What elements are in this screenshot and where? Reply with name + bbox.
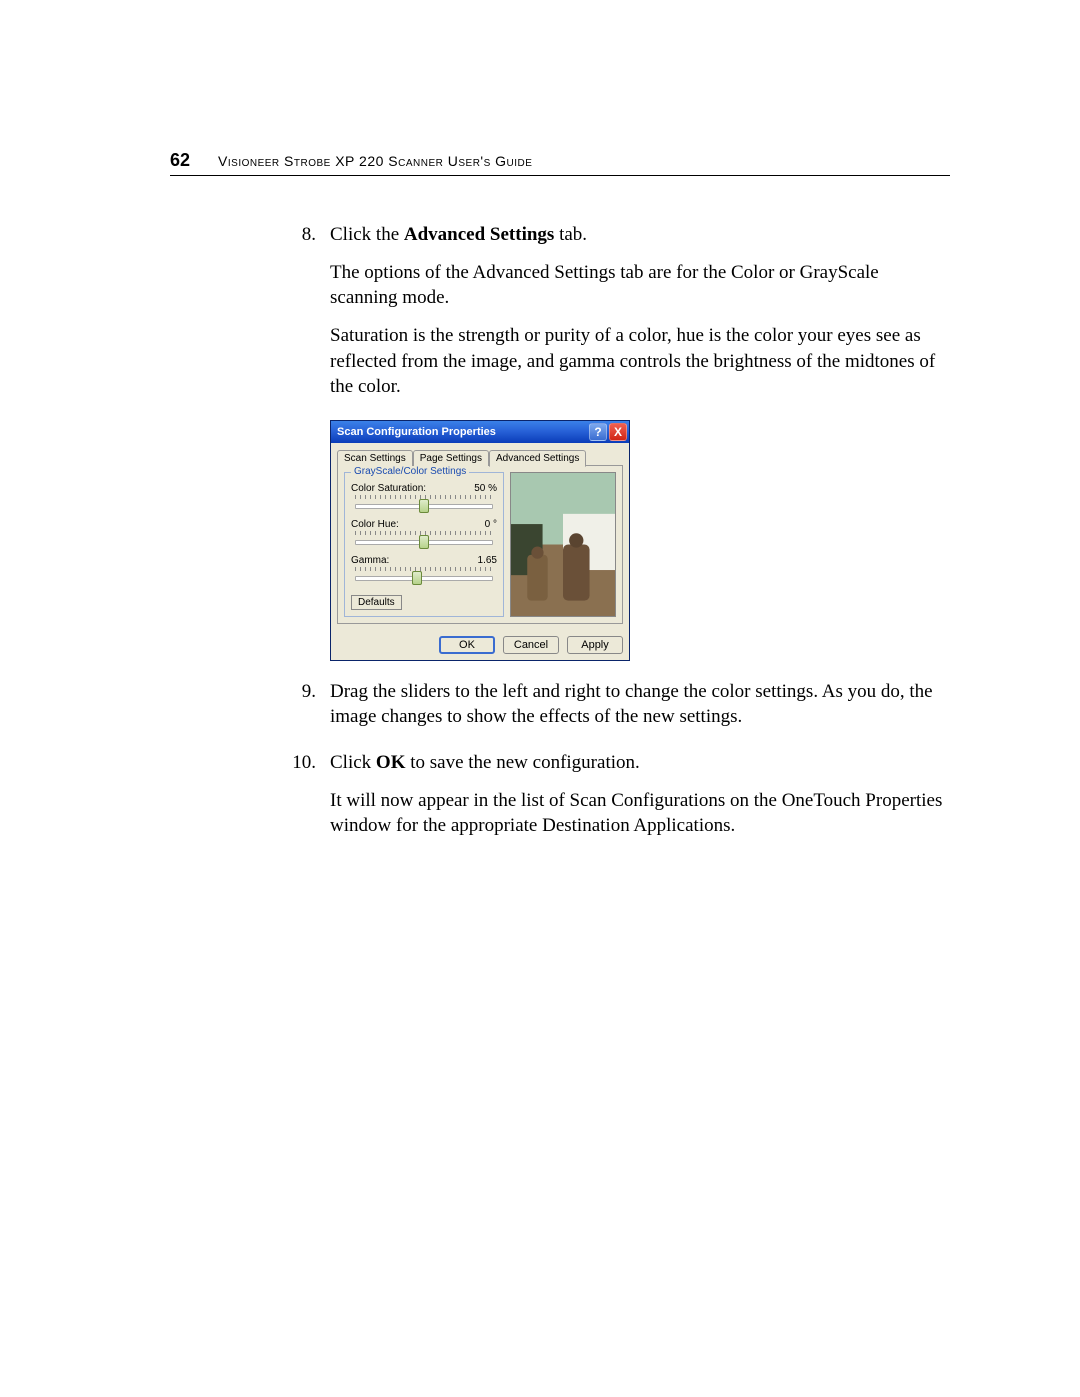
page-header: 62 Visioneer Strobe XP 220 Scanner User'… (170, 150, 950, 176)
text: Click (330, 752, 376, 773)
hue-value: 0 ° (485, 519, 497, 530)
grayscale-color-fieldset: GrayScale/Color Settings Color Saturatio… (344, 472, 504, 617)
saturation-value: 50 % (474, 483, 497, 494)
slider-thumb[interactable] (412, 571, 422, 585)
step-9: 9. Drag the sliders to the left and righ… (290, 679, 950, 742)
help-button[interactable]: ? (589, 423, 607, 441)
hue-row: Color Hue: 0 ° (351, 519, 497, 549)
gamma-value: 1.65 (478, 555, 497, 566)
ok-button[interactable]: OK (439, 636, 495, 654)
tab-advanced-settings[interactable]: Advanced Settings (489, 450, 586, 467)
bold-text: Advanced Settings (404, 224, 554, 245)
step-number: 10. (290, 750, 330, 851)
page-number: 62 (170, 150, 190, 171)
gamma-slider[interactable] (355, 571, 493, 585)
dialog-titlebar: Scan Configuration Properties ? X (331, 421, 629, 443)
slider-thumb[interactable] (419, 535, 429, 549)
close-icon: X (614, 425, 622, 439)
saturation-label: Color Saturation: (351, 483, 426, 494)
close-button[interactable]: X (609, 423, 627, 441)
dialog-buttons: OK Cancel Apply (331, 630, 629, 660)
saturation-slider[interactable] (355, 499, 493, 513)
tab-strip: Scan Settings Page Settings Advanced Set… (337, 450, 623, 466)
apply-button[interactable]: Apply (567, 636, 623, 654)
gamma-label: Gamma: (351, 555, 389, 566)
dialog-screenshot: Scan Configuration Properties ? X Scan S… (330, 420, 950, 661)
step-8: 8. Click the Advanced Settings tab. The … (290, 222, 950, 412)
document-title: Visioneer Strobe XP 220 Scanner User's G… (218, 153, 532, 169)
text: Click the (330, 224, 404, 245)
gamma-row: Gamma: 1.65 (351, 555, 497, 585)
text: to save the new configuration. (405, 752, 639, 773)
preview-image (510, 472, 616, 617)
help-icon: ? (594, 425, 601, 439)
tab-scan-settings[interactable]: Scan Settings (337, 450, 413, 466)
tab-page-settings[interactable]: Page Settings (413, 450, 489, 466)
step-number: 8. (290, 222, 330, 412)
bold-text: OK (376, 752, 406, 773)
step-8-para2: The options of the Advanced Settings tab… (330, 260, 950, 311)
step-10-line1: Click OK to save the new configuration. (330, 750, 950, 776)
saturation-row: Color Saturation: 50 % (351, 483, 497, 513)
step-9-text: Drag the sliders to the left and right t… (330, 679, 950, 730)
step-10: 10. Click OK to save the new configurati… (290, 750, 950, 851)
text: tab. (554, 224, 587, 245)
hue-slider[interactable] (355, 535, 493, 549)
fieldset-legend: GrayScale/Color Settings (351, 466, 469, 477)
defaults-button[interactable]: Defaults (351, 595, 402, 610)
step-8-para3: Saturation is the strength or purity of … (330, 323, 950, 400)
cancel-button[interactable]: Cancel (503, 636, 559, 654)
advanced-settings-panel: GrayScale/Color Settings Color Saturatio… (337, 465, 623, 624)
step-10-para2: It will now appear in the list of Scan C… (330, 788, 950, 839)
scan-config-dialog: Scan Configuration Properties ? X Scan S… (330, 420, 630, 661)
step-8-line1: Click the Advanced Settings tab. (330, 222, 950, 248)
step-number: 9. (290, 679, 330, 742)
slider-thumb[interactable] (419, 499, 429, 513)
dialog-title: Scan Configuration Properties (337, 426, 587, 438)
hue-label: Color Hue: (351, 519, 399, 530)
